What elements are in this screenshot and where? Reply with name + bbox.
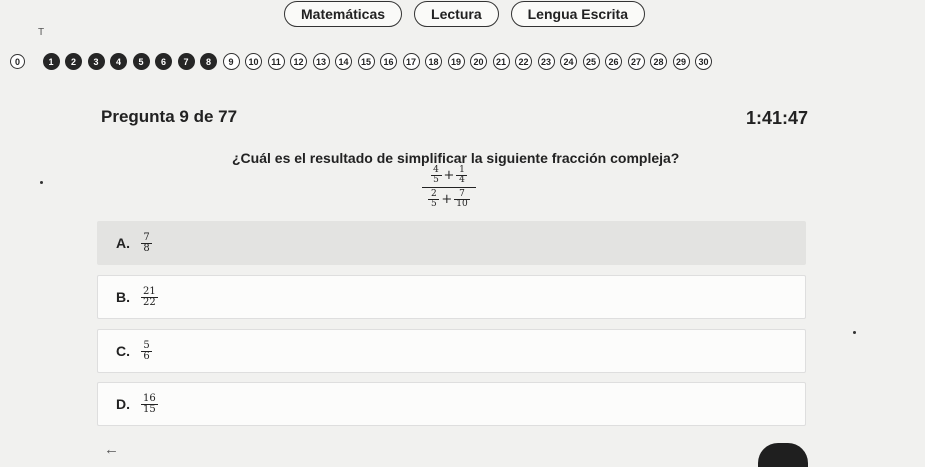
question-nav-25[interactable]: 25 xyxy=(582,53,600,70)
question-nav-22[interactable]: 22 xyxy=(515,53,532,70)
question-nav-20[interactable]: 20 xyxy=(470,53,487,70)
question-nav-15[interactable]: 15 xyxy=(357,53,375,70)
fraction-numerator: 7 xyxy=(459,189,465,199)
option-a[interactable]: A. 78 xyxy=(97,221,806,265)
fraction-numerator: 5 xyxy=(143,339,150,351)
question-text: ¿Cuál es el resultado de simplificar la … xyxy=(232,150,680,166)
question-nav-17[interactable]: 17 xyxy=(402,53,420,70)
question-nav-7[interactable]: 7 xyxy=(177,53,195,70)
option-letter: B. xyxy=(116,289,130,305)
tab-lengua-escrita[interactable]: Lengua Escrita xyxy=(510,1,645,27)
question-nav-1[interactable]: 1 xyxy=(42,53,60,70)
question-nav-27[interactable]: 27 xyxy=(627,53,645,70)
fraction-denominator: 6 xyxy=(143,350,150,362)
question-nav-26[interactable]: 26 xyxy=(605,53,622,70)
question-nav-29[interactable]: 29 xyxy=(672,53,690,70)
question-nav-10[interactable]: 10 xyxy=(245,53,262,70)
fraction-numerator: 4 xyxy=(433,165,439,175)
timer: 1:41:47 xyxy=(745,108,808,128)
option-d[interactable]: D. 16 15 xyxy=(97,382,806,426)
complex-numerator: 45 + 14 xyxy=(422,166,476,185)
fraction-denominator: 22 xyxy=(143,296,156,308)
back-arrow-icon[interactable]: ← xyxy=(104,441,119,458)
fraction-denominator: 10 xyxy=(456,199,468,209)
option-c[interactable]: C. 56 xyxy=(97,329,806,373)
question-nav-4[interactable]: 4 xyxy=(110,53,127,70)
fraction-denominator: 8 xyxy=(143,242,150,254)
question-nav-14[interactable]: 14 xyxy=(335,53,352,70)
option-fraction: 21 22 xyxy=(141,285,158,308)
question-nav-23[interactable]: 23 xyxy=(537,53,555,70)
option-letter: D. xyxy=(116,396,130,412)
plus-sign: + xyxy=(441,192,453,207)
option-fraction: 78 xyxy=(141,231,152,254)
question-navigator: 0 1 2 3 4 5 6 7 8 9 10 11 12 13 14 15 16 17 18 19 20 21 22 23 24… xyxy=(10,53,712,70)
question-nav-6[interactable]: 6 xyxy=(155,53,172,70)
fraction-denominator: 5 xyxy=(430,199,437,209)
speck xyxy=(40,181,43,184)
option-letter: C. xyxy=(116,343,130,359)
text-cursor-mark: T xyxy=(38,27,45,38)
question-nav-11[interactable]: 11 xyxy=(267,53,285,70)
question-nav-18[interactable]: 18 xyxy=(425,53,442,70)
question-heading: Pregunta 9 de 77 xyxy=(101,107,238,126)
question-nav-19[interactable]: 19 xyxy=(447,53,465,70)
fraction-denominator: 4 xyxy=(459,175,465,185)
option-letter: A. xyxy=(116,235,130,251)
question-nav-30[interactable]: 30 xyxy=(695,53,712,70)
question-nav-12[interactable]: 12 xyxy=(290,53,307,70)
fraction-numerator: 7 xyxy=(143,231,150,243)
question-nav-24[interactable]: 24 xyxy=(560,53,577,70)
complex-fraction-bar xyxy=(422,187,476,188)
fraction-numerator: 2 xyxy=(430,189,437,199)
option-fraction: 56 xyxy=(141,339,152,362)
option-b[interactable]: B. 21 22 xyxy=(97,275,806,319)
fraction-numerator: 1 xyxy=(459,165,465,175)
question-nav-3[interactable]: 3 xyxy=(87,53,105,70)
plus-sign: + xyxy=(443,168,455,183)
fraction-denominator: 5 xyxy=(433,175,439,185)
question-nav-21[interactable]: 21 xyxy=(492,53,510,70)
question-nav-9[interactable]: 9 xyxy=(222,53,240,70)
option-fraction: 16 15 xyxy=(141,392,158,415)
question-nav-5[interactable]: 5 xyxy=(132,53,150,70)
question-nav-13[interactable]: 13 xyxy=(312,53,330,70)
complex-fraction: 45 + 14 25 + 7 10 xyxy=(422,166,476,209)
question-nav-16[interactable]: 16 xyxy=(380,53,397,70)
subject-tabs: Matemáticas Lectura Lengua Escrita xyxy=(284,0,645,27)
tab-matematicas[interactable]: Matemáticas xyxy=(284,1,403,27)
fraction-numerator: 21 xyxy=(143,285,156,297)
fraction: 14 xyxy=(456,165,468,185)
question-nav-8[interactable]: 8 xyxy=(200,53,217,70)
fraction: 45 xyxy=(430,165,442,185)
speck xyxy=(853,331,856,334)
question-nav-0[interactable]: 0 xyxy=(10,54,25,69)
tab-lectura[interactable]: Lectura xyxy=(414,1,499,27)
corner-shape xyxy=(758,443,808,467)
question-nav-2[interactable]: 2 xyxy=(65,53,82,70)
complex-denominator: 25 + 7 10 xyxy=(422,190,476,209)
question-nav-28[interactable]: 28 xyxy=(650,53,667,70)
fraction-numerator: 16 xyxy=(143,392,156,404)
fraction-denominator: 15 xyxy=(143,403,156,415)
fraction: 7 10 xyxy=(454,189,470,209)
fraction: 25 xyxy=(428,189,440,209)
